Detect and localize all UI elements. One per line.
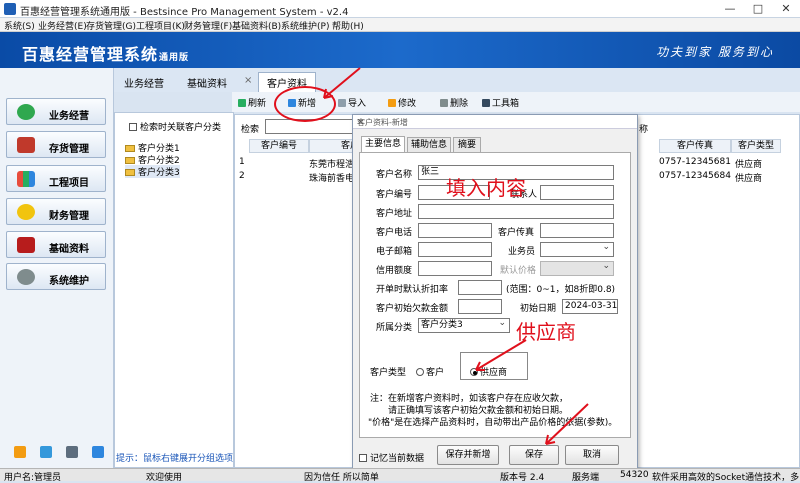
status-user: 用户名:管理员 (4, 473, 62, 483)
status-motto: 因为信任 所以简单 (304, 473, 379, 483)
status-server: 服务端 (572, 473, 600, 483)
status-socket: 软件采用高效的Socket通信技术，多 (652, 473, 800, 483)
arrow-to-supplier (475, 339, 527, 371)
status-bar: 用户名:管理员 欢迎使用 因为信任 所以简单 版本号 2.4 服务端 54320… (0, 468, 800, 483)
status-version: 版本号 2.4 (500, 473, 545, 483)
arrow-to-save (545, 403, 589, 445)
status-welcome: 欢迎使用 (146, 473, 183, 483)
annotation-arrows (323, 67, 589, 445)
status-port: 54320 (620, 470, 649, 480)
arrow-to-add (323, 67, 361, 99)
